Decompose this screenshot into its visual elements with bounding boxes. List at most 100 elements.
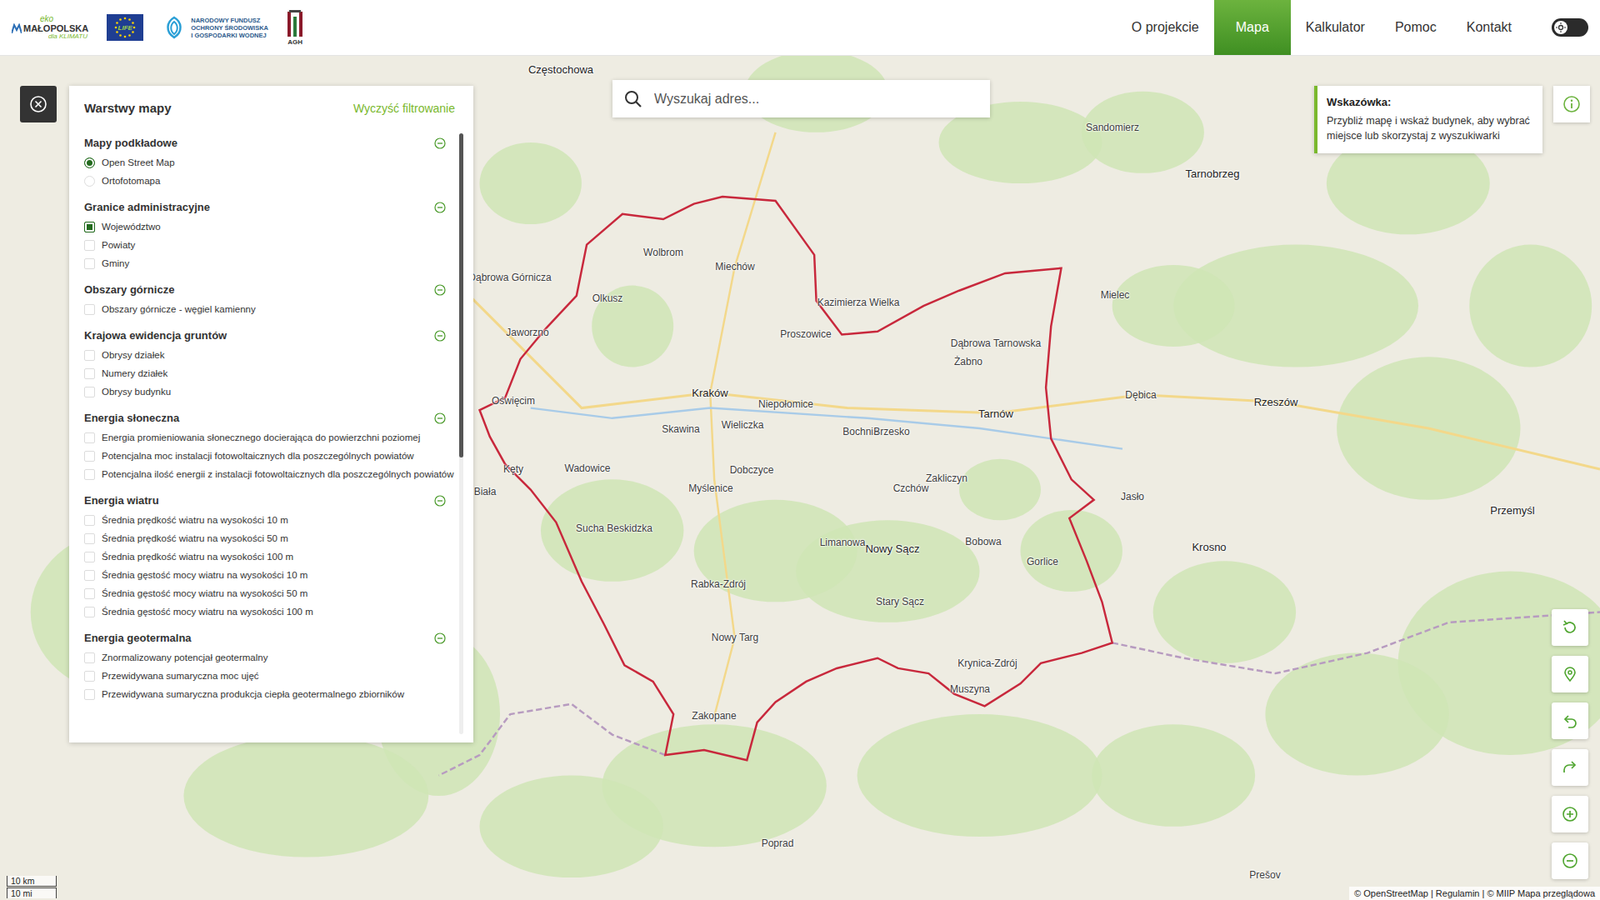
zoom-in-button[interactable] (1551, 795, 1589, 833)
checkbox[interactable] (84, 240, 95, 251)
nav-item[interactable]: Kontakt (1451, 0, 1527, 55)
nav-item[interactable]: Pomoc (1380, 0, 1452, 55)
layer-row[interactable]: Potencjalna ilość energii z instalacji f… (84, 465, 455, 485)
layer-section: Energia geotermalnaZnormalizowany potenc… (84, 621, 455, 705)
checkbox[interactable] (84, 368, 95, 380)
layer-section: Mapy podkładoweOpen Street MapOrtofotoma… (84, 126, 455, 191)
map[interactable]: CzęstochowaSandomierzTarnobrzegDąbrowa G… (0, 55, 1600, 900)
nav-item[interactable]: Mapa (1214, 0, 1291, 55)
layer-row[interactable]: Obrysy działek (84, 346, 455, 365)
layer-row[interactable]: Średnia gęstość mocy wiatru na wysokości… (84, 566, 455, 585)
attribution: © OpenStreetMap | Regulamin | © MIIP Map… (1349, 886, 1600, 900)
map-label: Olkusz (592, 292, 624, 305)
eu-life-logo: LIFE (106, 14, 144, 41)
map-label: Dąbrowa Tarnowska (950, 337, 1042, 350)
section-toggle[interactable] (434, 412, 446, 425)
checkbox[interactable] (84, 469, 95, 480)
radio-button[interactable] (84, 175, 95, 187)
section-header[interactable]: Energia wiatru (84, 484, 455, 512)
scrollbar-thumb[interactable] (459, 133, 464, 458)
layer-row[interactable]: Ortofotomapa (84, 172, 455, 191)
map-controls (1551, 609, 1589, 880)
layer-row[interactable]: Województwo (84, 218, 455, 237)
section-toggle[interactable] (434, 330, 446, 342)
panel-title: Warstwy mapy (84, 100, 171, 115)
nav-item[interactable]: O projekcie (1116, 0, 1215, 55)
undo-button[interactable] (1551, 702, 1589, 740)
layer-row[interactable]: Open Street Map (84, 154, 455, 173)
nav-item[interactable]: Kalkulator (1290, 0, 1380, 55)
collapse-icon (434, 632, 446, 645)
section-header[interactable]: Granice administracyjne (84, 190, 455, 219)
checkbox[interactable] (84, 652, 95, 664)
layer-row[interactable]: Przewidywana sumaryczna produkcja ciepła… (84, 685, 455, 705)
layer-row[interactable]: Numery działek (84, 365, 455, 384)
map-label: Przemyśl (1490, 504, 1535, 517)
checkbox[interactable] (84, 450, 95, 462)
checkbox[interactable] (84, 606, 95, 618)
map-label: Kraków (691, 386, 728, 400)
section-toggle[interactable] (434, 201, 446, 214)
layer-section: Granice administracyjneWojewództwoPowiat… (84, 190, 455, 274)
radio-button[interactable] (84, 157, 95, 169)
layer-row[interactable]: Znormalizowany potencjał geotermalny (84, 649, 455, 668)
section-toggle[interactable] (434, 632, 446, 645)
layer-row[interactable]: Gminy (84, 255, 455, 274)
checkbox[interactable] (84, 533, 95, 545)
redo-button[interactable] (1551, 749, 1589, 786)
checkbox[interactable] (84, 304, 95, 315)
layer-row[interactable]: Średnia gęstość mocy wiatru na wysokości… (84, 603, 455, 622)
map-label: Dębica (1125, 389, 1156, 401)
section-header[interactable]: Krajowa ewidencja gruntów (84, 319, 455, 347)
map-label: Sucha Beskidzka (575, 522, 653, 535)
layer-row[interactable]: Średnia gęstość mocy wiatru na wysokości… (84, 585, 455, 604)
checkbox[interactable] (84, 689, 95, 700)
section-header[interactable]: Energia słoneczna (84, 401, 455, 430)
section-toggle[interactable] (434, 284, 446, 296)
checkbox[interactable] (84, 551, 95, 563)
checkbox[interactable] (84, 386, 95, 398)
checkbox[interactable] (84, 258, 95, 270)
theme-toggle[interactable] (1551, 18, 1589, 37)
logos: ekoMAŁOPOLSKAdla KLIMATULIFENARODOWY FUN… (0, 0, 304, 55)
layer-row[interactable]: Obszary górnicze - węgiel kamienny (84, 300, 455, 320)
locate-button[interactable] (1551, 655, 1589, 693)
header: ekoMAŁOPOLSKAdla KLIMATULIFENARODOWY FUN… (0, 0, 1600, 56)
info-button[interactable] (1553, 85, 1590, 123)
layer-row[interactable]: Przewidywana sumaryczna moc ujęć (84, 667, 455, 686)
close-panel-button[interactable] (20, 85, 57, 123)
section-header[interactable]: Energia geotermalna (84, 621, 455, 650)
sun-icon (1555, 22, 1566, 33)
layer-row[interactable]: Powiaty (84, 236, 455, 255)
map-label: Częstochowa (528, 63, 594, 76)
reset-view-button[interactable] (1551, 609, 1589, 646)
layer-row[interactable]: Średnia prędkość wiatru na wysokości 10 … (84, 511, 455, 530)
checkbox[interactable] (84, 432, 95, 444)
mountain-icon (11, 23, 22, 34)
checkbox[interactable] (84, 588, 95, 600)
checkbox[interactable] (84, 350, 95, 361)
layer-row[interactable]: Energia promieniowania słonecznego docie… (84, 429, 455, 448)
checkbox[interactable] (84, 570, 95, 581)
checkbox[interactable] (84, 670, 95, 682)
layer-row[interactable]: Potencjalna moc instalacji fotowoltaiczn… (84, 447, 455, 466)
map-label: Mielec (1100, 289, 1130, 301)
search-input[interactable] (652, 90, 979, 108)
checkbox[interactable] (84, 515, 95, 526)
map-label: Zakliczyn (925, 472, 968, 485)
section-header[interactable]: Obszary górnicze (84, 273, 455, 301)
clear-filter-link[interactable]: Wyczyść filtrowanie (353, 101, 455, 115)
rotate-icon (1560, 618, 1580, 637)
map-label: Brzesko (873, 425, 910, 438)
map-label: Miechów (715, 260, 755, 273)
section-toggle[interactable] (434, 137, 446, 150)
layer-row[interactable]: Średnia prędkość wiatru na wysokości 100… (84, 548, 455, 567)
checkbox[interactable] (84, 221, 95, 233)
layer-row[interactable]: Średnia prędkość wiatru na wysokości 50 … (84, 530, 455, 549)
section-toggle[interactable] (434, 495, 446, 507)
zoom-out-button[interactable] (1551, 842, 1589, 880)
map-label: Nowy Sącz (865, 542, 920, 555)
layer-row[interactable]: Obrysy budynku (84, 383, 455, 402)
section-header[interactable]: Mapy podkładowe (84, 126, 455, 155)
layer-section: Krajowa ewidencja gruntówObrysy działekN… (84, 319, 455, 402)
